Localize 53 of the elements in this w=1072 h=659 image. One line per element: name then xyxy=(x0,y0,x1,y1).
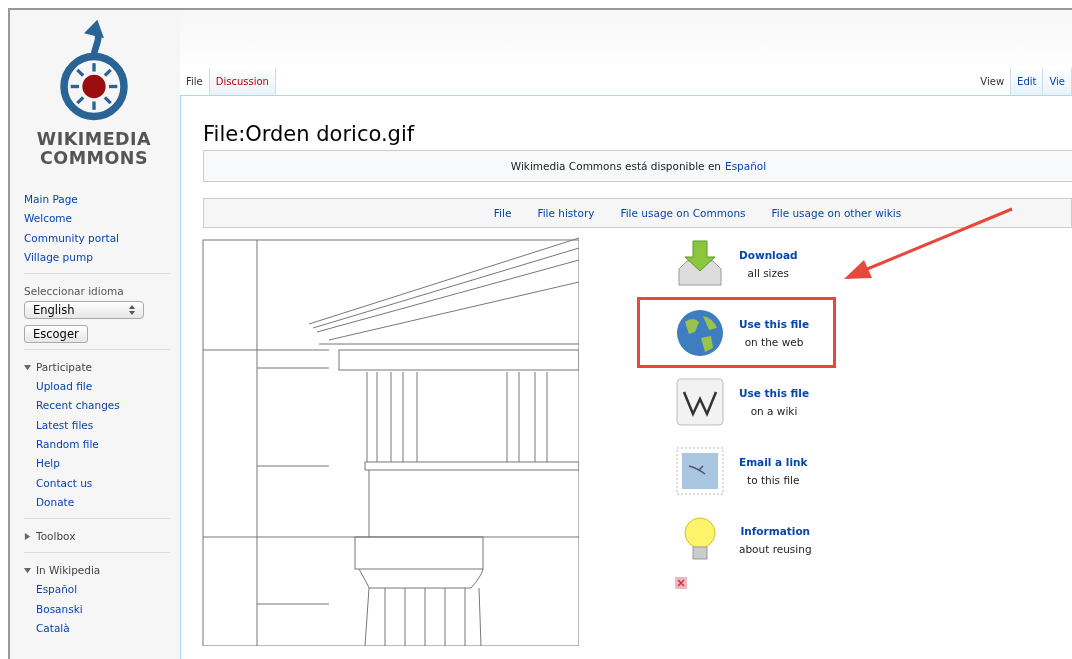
sidebar-link[interactable]: Random file xyxy=(36,435,99,455)
sidebar-link[interactable]: Help xyxy=(36,454,60,474)
tab[interactable]: Edit xyxy=(1011,68,1044,95)
logo-text: COMMONS xyxy=(39,149,149,168)
action-subtitle: all sizes xyxy=(747,266,789,279)
action-subtitle: to this file xyxy=(747,473,800,486)
page-title: File:Orden dorico.gif xyxy=(203,122,416,146)
portlet-header[interactable]: In Wikipedia xyxy=(24,561,101,581)
sidebar-link[interactable]: Main Page xyxy=(24,190,78,210)
action-subtitle: about reusing xyxy=(739,542,812,555)
action-link[interactable]: Download xyxy=(739,248,798,261)
sidebar-link[interactable]: Donate xyxy=(36,492,75,513)
choose-button[interactable]: Escoger xyxy=(24,325,88,344)
file-nav-link[interactable]: File xyxy=(493,207,512,219)
action-subtitle: on the web xyxy=(744,335,804,348)
action-link[interactable]: Email a link xyxy=(739,455,808,468)
wikipedia-w-icon xyxy=(675,376,725,427)
sidebar-link[interactable]: Contact us xyxy=(36,473,93,493)
sidebar-link[interactable]: Català xyxy=(36,618,70,639)
globe-icon xyxy=(675,307,725,358)
download-icon xyxy=(675,238,725,289)
broken-image-icon xyxy=(675,577,687,589)
action-link[interactable]: Information xyxy=(740,524,811,537)
action-link[interactable]: Use this file xyxy=(739,386,810,399)
action-link[interactable]: Use this file xyxy=(739,317,810,330)
language-label: Seleccionar idioma xyxy=(24,284,124,300)
sidebar-link[interactable]: Upload file xyxy=(36,377,93,397)
updown-icon xyxy=(129,305,135,316)
tab[interactable]: Discussion xyxy=(209,68,276,95)
sidebar-link[interactable]: Welcome xyxy=(24,209,73,229)
sidebar-link[interactable]: Bosanski xyxy=(36,599,83,619)
sidebar-link[interactable]: Recent changes xyxy=(36,396,120,416)
file-nav-link[interactable]: File usage on Commons xyxy=(620,207,746,219)
file-nav-link[interactable]: File usage on other wikis xyxy=(771,207,902,219)
portlet-title: Toolbox xyxy=(36,529,76,545)
portlet-title: In Wikipedia xyxy=(36,563,101,579)
portlet-title: Participate xyxy=(36,360,92,376)
file-nav-link[interactable]: File history xyxy=(537,207,595,219)
triangle-icon xyxy=(24,533,31,541)
logo-text: WIKIMEDIA xyxy=(36,130,152,149)
sidebar-link[interactable]: Español xyxy=(36,580,78,600)
triangle-icon xyxy=(24,567,31,575)
notice-text: Wikimedia Commons está disponible en xyxy=(510,160,721,172)
action-subtitle: on a wiki xyxy=(750,404,798,417)
sidebar-link[interactable]: Village pump xyxy=(24,247,93,268)
tab[interactable]: Vie xyxy=(1043,68,1072,95)
portlet-header[interactable]: Toolbox xyxy=(24,527,76,547)
triangle-icon xyxy=(24,364,31,372)
language-link[interactable]: Español xyxy=(725,160,767,172)
sidebar-link[interactable]: Community portal xyxy=(24,228,119,248)
sidebar-link[interactable]: Latest files xyxy=(36,415,94,436)
language-select[interactable]: English xyxy=(24,301,144,320)
portlet-header[interactable]: Participate xyxy=(24,358,92,378)
